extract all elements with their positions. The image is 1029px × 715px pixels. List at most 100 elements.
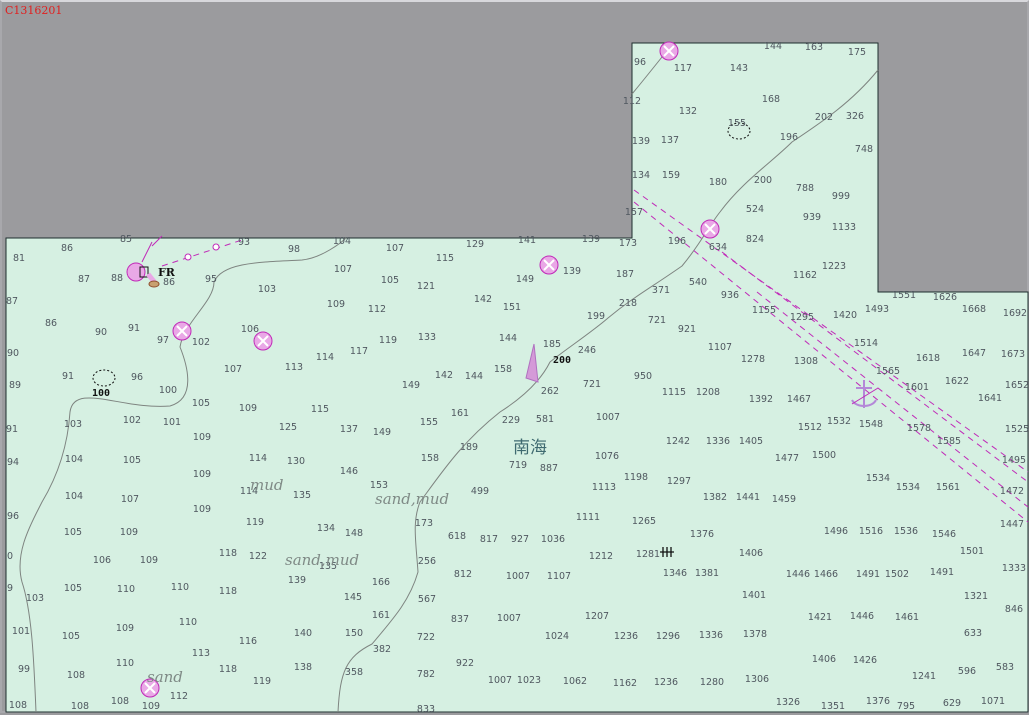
depth-sounding: 1641	[978, 393, 1002, 404]
depth-sounding: 117	[350, 346, 368, 357]
depth-sounding: 1378	[743, 629, 767, 640]
depth-sounding: 196	[780, 132, 798, 143]
depth-sounding: 140	[294, 628, 312, 639]
depth-sounding: 358	[345, 667, 363, 678]
depth-sounding: 139	[632, 136, 650, 147]
depth-sounding: 1280	[700, 677, 724, 688]
seabed-label-sand: sand	[147, 668, 183, 686]
depth-sounding: 118	[219, 548, 237, 559]
depth-sounding: 109	[239, 403, 257, 414]
depth-sounding: 722	[417, 632, 435, 643]
depth-sounding: 788	[796, 183, 814, 194]
depth-sounding: 90	[7, 348, 19, 359]
depth-sounding: 139	[563, 266, 581, 277]
depth-sounding: 112	[623, 96, 641, 107]
depth-sounding: 795	[897, 701, 915, 712]
depth-sounding: 87	[78, 274, 90, 285]
depth-sounding: 1525	[1005, 424, 1029, 435]
depth-sounding: 110	[179, 617, 197, 628]
depth-sounding: 139	[582, 234, 600, 245]
depth-sounding: 1333	[1002, 563, 1026, 574]
depth-sounding: 168	[762, 94, 780, 105]
depth-sounding: 105	[123, 455, 141, 466]
depth-sounding: 119	[253, 676, 271, 687]
depth-sounding: 1236	[614, 631, 638, 642]
depth-sounding: 202	[815, 112, 833, 123]
chart-viewport[interactable]: FR 96 117 144 163 175 143 112 132 168 202 326 155 13…	[0, 0, 1029, 715]
depth-sounding: 189	[460, 442, 478, 453]
depth-sounding: 824	[746, 234, 764, 245]
depth-sounding: 246	[578, 345, 596, 356]
depth-sounding: 109	[140, 555, 158, 566]
depth-sounding: 86	[61, 243, 73, 254]
depth-sounding: 91	[128, 323, 140, 334]
depth-sounding: 618	[448, 531, 466, 542]
wreck-icon	[172, 321, 192, 341]
nautical-chart[interactable]: FR 96117144 163 175143112132168202 32615513…	[2, 2, 1029, 715]
depth-sounding: 144	[499, 333, 517, 344]
depth-sounding: 106	[93, 555, 111, 566]
depth-sounding: 108	[9, 700, 27, 711]
depth-sounding: 137	[340, 424, 358, 435]
depth-sounding: 114	[316, 352, 334, 363]
depth-sounding: 1007	[506, 571, 530, 582]
depth-sounding: 1007	[497, 613, 521, 624]
depth-sounding: 371	[652, 285, 670, 296]
depth-sounding: 90	[95, 327, 107, 338]
depth-sounding: 1548	[859, 419, 883, 430]
depth-sounding: 1502	[885, 569, 909, 580]
depth-sounding: 98	[288, 244, 300, 255]
depth-sounding: 1406	[812, 654, 836, 665]
depth-sounding: 1472	[1000, 486, 1024, 497]
depth-sounding: 1113	[592, 482, 616, 493]
depth-sounding: 103	[26, 593, 44, 604]
depth-sounding: 1401	[742, 590, 766, 601]
depth-sounding: 1351	[821, 701, 845, 712]
depth-sounding: 161	[451, 408, 469, 419]
chart-id-label: C1316201	[5, 4, 62, 17]
depth-sounding: 817	[480, 534, 498, 545]
depth-sounding: 1076	[595, 451, 619, 462]
depth-sounding: 1514	[854, 338, 878, 349]
depth-sounding: 149	[516, 274, 534, 285]
depth-sounding: 180	[709, 177, 727, 188]
depth-sounding: 633	[964, 628, 982, 639]
depth-sounding: 1420	[833, 310, 857, 321]
depth-sounding: 1107	[708, 342, 732, 353]
depth-sounding: 1668	[962, 304, 986, 315]
depth-sounding: 187	[616, 269, 634, 280]
depth-sounding: 262	[541, 386, 559, 397]
depth-sounding: 927	[511, 534, 529, 545]
depth-sounding: 782	[417, 669, 435, 680]
depth-sounding: 155	[420, 417, 438, 428]
depth-sounding: 1115	[662, 387, 686, 398]
depth-sounding: 1321	[964, 591, 988, 602]
depth-sounding: 108	[71, 701, 89, 712]
depth-sounding: 91	[62, 371, 74, 382]
depth-sounding: 1561	[936, 482, 960, 493]
depth-sounding: 112	[368, 304, 386, 315]
depth-sounding: 1162	[613, 678, 637, 689]
depth-sounding: 157	[625, 207, 643, 218]
depth-sounding: 1376	[866, 696, 890, 707]
depth-sounding: 97	[157, 335, 169, 346]
depth-sounding: 107	[224, 364, 242, 375]
depth-sounding: 139	[288, 575, 306, 586]
depth-sounding: 936	[721, 290, 739, 301]
depth-sounding: 122	[249, 551, 267, 562]
depth-sounding: 95	[205, 274, 217, 285]
depth-sounding: 133	[418, 332, 436, 343]
depth-sounding: 142	[435, 370, 453, 381]
depth-sounding: 110	[171, 582, 189, 593]
depth-sounding: 581	[536, 414, 554, 425]
contour-label-200: 200	[553, 355, 571, 366]
depth-sounding: 1491	[856, 569, 880, 580]
depth-sounding: 85	[120, 234, 132, 245]
depth-sounding: 148	[345, 528, 363, 539]
depth-sounding: 81	[13, 253, 25, 264]
depth-sounding: 1446	[850, 611, 874, 622]
depth-sounding: 1585	[937, 436, 961, 447]
depth-sounding: 229	[502, 415, 520, 426]
depth-sounding: 1308	[794, 356, 818, 367]
depth-sounding: 110	[117, 584, 135, 595]
